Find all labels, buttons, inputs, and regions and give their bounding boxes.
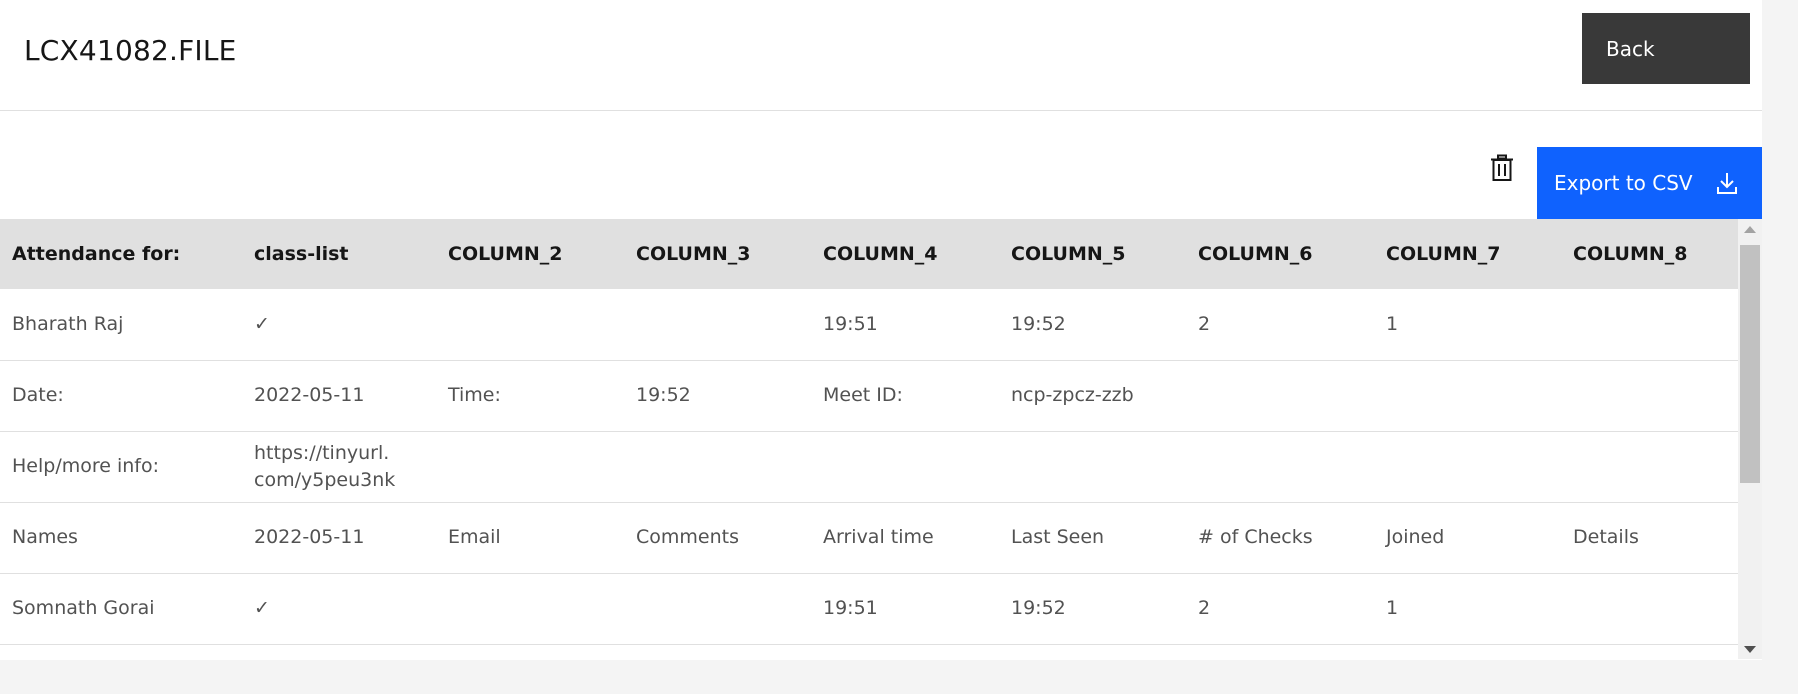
table-cell: 1 (1374, 289, 1561, 361)
table-cell: Details (1561, 502, 1738, 574)
table-row: Bharath Raj ✓ 19:51 19:52 2 1 (0, 289, 1738, 361)
caret-up-icon (1744, 225, 1756, 233)
table-cell: Last Seen (999, 502, 1186, 574)
column-header[interactable]: COLUMN_3 (624, 219, 811, 289)
table-cell: 2022-05-11 (242, 502, 436, 574)
column-header[interactable]: COLUMN_7 (1374, 219, 1561, 289)
table-cell: ✓ (242, 573, 436, 645)
table-cell (1561, 431, 1738, 503)
column-header[interactable]: class-list (242, 219, 436, 289)
table-cell (1561, 573, 1738, 645)
table-cell: 2 (1186, 289, 1374, 361)
table-cell (624, 573, 811, 645)
table-cell: Time: (436, 360, 624, 432)
table-header-row: Attendance for: class-list COLUMN_2 COLU… (0, 219, 1738, 289)
table-cell (436, 573, 624, 645)
column-header[interactable]: COLUMN_5 (999, 219, 1186, 289)
table-cell: 2 (1186, 573, 1374, 645)
table-cell: 19:52 (999, 289, 1186, 361)
table-cell (811, 431, 999, 503)
table-toolbar: Export to CSV (0, 111, 1762, 219)
table-row: Names 2022-05-11 Email Comments Arrival … (0, 502, 1738, 574)
column-header[interactable]: COLUMN_2 (436, 219, 624, 289)
column-header[interactable]: Attendance for: (0, 219, 242, 289)
table-cell (436, 289, 624, 361)
attendance-table-container: Attendance for: class-list COLUMN_2 COLU… (0, 219, 1738, 659)
table-cell: Names (0, 502, 242, 574)
table-cell (624, 431, 811, 503)
table-cell (1561, 360, 1738, 432)
page-title: LCX41082.FILE (24, 34, 237, 67)
table-cell: # of Checks (1186, 502, 1374, 574)
table-cell: Bharath Raj (0, 289, 242, 361)
back-button[interactable]: Back (1582, 13, 1750, 84)
table-cell (1374, 360, 1561, 432)
table-cell: 19:51 (811, 573, 999, 645)
table-cell (1186, 360, 1374, 432)
table-cell: 1 (1374, 573, 1561, 645)
table-cell (1561, 289, 1738, 361)
scroll-up-arrow[interactable] (1738, 219, 1762, 239)
download-icon (1717, 173, 1737, 194)
table-cell: Date: (0, 360, 242, 432)
table-cell: Comments (624, 502, 811, 574)
table-cell (624, 289, 811, 361)
table-cell: Arrival time (811, 502, 999, 574)
table-cell: ncp-zpcz-zzb (999, 360, 1186, 432)
table-row: Date: 2022-05-11 Time: 19:52 Meet ID: nc… (0, 360, 1738, 432)
caret-down-icon (1744, 645, 1756, 653)
table-row: Help/more info: https://tinyurl. com/y5p… (0, 431, 1738, 503)
scrollbar-thumb[interactable] (1740, 245, 1760, 483)
table-cell (999, 431, 1186, 503)
table-cell: ✓ (242, 289, 436, 361)
table-cell: 19:51 (811, 289, 999, 361)
delete-button[interactable] (1480, 146, 1524, 190)
scroll-down-arrow[interactable] (1738, 639, 1762, 659)
trash-icon (1491, 154, 1513, 181)
table-cell: Help/more info: (0, 431, 242, 503)
export-csv-button[interactable]: Export to CSV (1537, 147, 1762, 219)
table-cell: 19:52 (999, 573, 1186, 645)
help-link-cell: https://tinyurl. com/y5peu3nk (242, 431, 436, 503)
table-cell: 2022-05-11 (242, 360, 436, 432)
column-header[interactable]: COLUMN_4 (811, 219, 999, 289)
column-header[interactable]: COLUMN_6 (1186, 219, 1374, 289)
table-row: Somnath Gorai ✓ 19:51 19:52 2 1 (0, 573, 1738, 645)
export-csv-label: Export to CSV (1554, 171, 1693, 195)
table-cell: Email (436, 502, 624, 574)
table-cell: 19:52 (624, 360, 811, 432)
table-cell (436, 431, 624, 503)
table-cell (1186, 431, 1374, 503)
table-cell: Somnath Gorai (0, 573, 242, 645)
column-header[interactable]: COLUMN_8 (1561, 219, 1738, 289)
vertical-scrollbar[interactable] (1738, 219, 1762, 659)
attendance-table: Attendance for: class-list COLUMN_2 COLU… (0, 219, 1738, 645)
table-cell: Joined (1374, 502, 1561, 574)
table-cell (1374, 431, 1561, 503)
table-cell: Meet ID: (811, 360, 999, 432)
page-header: LCX41082.FILE Back (0, 0, 1762, 111)
